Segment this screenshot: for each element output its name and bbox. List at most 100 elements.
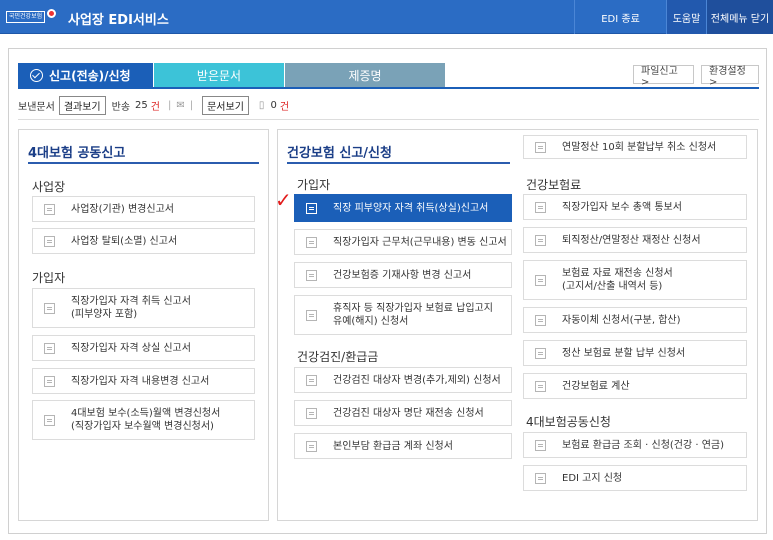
- separator: |: [189, 99, 194, 111]
- document-icon: [44, 375, 55, 387]
- list-item[interactable]: 퇴직정산/연말정산 재정산 신청서: [523, 227, 747, 253]
- edi-end-button[interactable]: EDI 종료: [574, 0, 666, 34]
- document-status-bar: 보낸문서 결과보기 반송 25 건 | ✉ | 문서보기 ▯ 0 건: [18, 95, 759, 115]
- document-icon: [44, 235, 55, 247]
- item-label: 정산 보험료 분할 납부 신청서: [562, 347, 686, 359]
- list-item[interactable]: 4대보험 보수(소득)월액 변경신청서 (직장가입자 보수월액 변경신청서): [32, 400, 255, 440]
- view-document-button[interactable]: 문서보기: [202, 95, 249, 115]
- list-item[interactable]: 건강보험료 계산: [523, 373, 747, 399]
- returned-count: 25: [135, 99, 148, 111]
- item-label: 직장가입자 자격 내용변경 신고서: [71, 375, 210, 387]
- document-icon: [306, 440, 317, 452]
- document-icon: [535, 141, 546, 153]
- view-result-button[interactable]: 결과보기: [58, 95, 106, 115]
- list-item[interactable]: 직장가입자 근무처(근무내용) 변동 신고서: [294, 229, 512, 255]
- file-report-button[interactable]: 파일신고 >: [633, 65, 694, 88]
- item-label: 보험료 환급금 조회 · 신청(건강 · 연금): [562, 439, 725, 451]
- item-label: 본인부담 환급금 계좌 신청서: [333, 440, 453, 452]
- list-item[interactable]: 건강검진 대상자 명단 재전송 신청서: [294, 400, 512, 426]
- item-label: 휴직자 등 직장가입자 보험료 납입고지 유예(해지) 신청서: [333, 303, 493, 327]
- item-label: 건강검진 대상자 명단 재전송 신청서: [333, 407, 484, 419]
- panel-title: 건강보험 신고/신청: [287, 146, 392, 161]
- item-label: 4대보험 보수(소득)월액 변경신청서 (직장가입자 보수월액 변경신청서): [71, 408, 221, 432]
- item-label: 연말정산 10회 분할납부 취소 신청서: [562, 141, 717, 153]
- check-circle-icon: [30, 68, 43, 82]
- list-item[interactable]: 보험료 환급금 조회 · 신청(건강 · 연금): [523, 432, 747, 458]
- tab-send-report[interactable]: 신고(전송)/신청: [18, 63, 153, 87]
- item-label: 사업장(기관) 변경신고서: [71, 203, 174, 215]
- document-icon: ▯: [258, 99, 265, 111]
- logo-text: 국민건강보험: [6, 11, 46, 23]
- document-icon: [535, 201, 546, 213]
- tab-certificate[interactable]: 제증명: [285, 63, 445, 87]
- list-item[interactable]: 휴직자 등 직장가입자 보험료 납입고지 유예(해지) 신청서: [294, 295, 512, 335]
- help-button[interactable]: 도움말: [666, 0, 706, 34]
- tab-received-docs[interactable]: 받은문서: [154, 63, 284, 87]
- list-item[interactable]: 직장가입자 자격 내용변경 신고서: [32, 368, 255, 394]
- document-icon: [306, 374, 317, 386]
- document-icon: [535, 314, 546, 326]
- list-item[interactable]: EDI 고지 신청: [523, 465, 747, 491]
- section-heading: 4대보험공동신청: [526, 415, 611, 429]
- item-label: 사업장 탈퇴(소멸) 신고서: [71, 235, 178, 247]
- document-icon: [535, 234, 546, 246]
- list-item-selected[interactable]: 직장 피부양자 자격 취득(상실)신고서: [294, 194, 512, 222]
- checkmark-annotation-icon: ✓: [275, 188, 292, 212]
- item-label: 건강보험증 기재사항 변경 신고서: [333, 269, 472, 281]
- item-label: 건강검진 대상자 변경(추가,제외) 신청서: [333, 374, 501, 386]
- list-item[interactable]: 건강보험증 기재사항 변경 신고서: [294, 262, 512, 288]
- returned-label: 반송: [111, 101, 131, 113]
- sent-docs-label: 보낸문서: [18, 101, 55, 113]
- list-item[interactable]: 보험료 자료 재전송 신청서 (고지서/산출 내역서 등): [523, 260, 747, 300]
- close-all-menu-button[interactable]: 전체메뉴 닫기: [706, 0, 773, 34]
- joint-report-panel: 4대보험 공동신고 사업장 사업장(기관) 변경신고서 사업장 탈퇴(소멸) 신…: [18, 129, 269, 521]
- item-label: 직장 피부양자 자격 취득(상실)신고서: [333, 202, 489, 214]
- item-label: 퇴직정산/연말정산 재정산 신청서: [562, 234, 701, 246]
- list-item[interactable]: 자동이체 신청서(구분, 합산): [523, 307, 747, 333]
- section-heading: 건강보험료: [526, 178, 582, 192]
- list-item[interactable]: 사업장(기관) 변경신고서: [32, 196, 255, 222]
- returned-unit: 건: [150, 101, 160, 113]
- main-frame: 신고(전송)/신청 받은문서 제증명 파일신고 > 환경설정 > 보낸문서 결과…: [8, 48, 767, 534]
- nhis-logo: 국민건강보험: [6, 8, 57, 25]
- panel-title: 4대보험 공동신고: [28, 146, 126, 161]
- divider: [18, 119, 759, 120]
- list-item[interactable]: 건강검진 대상자 변경(추가,제외) 신청서: [294, 367, 512, 393]
- list-item[interactable]: 직장가입자 자격 취득 신고서 (피부양자 포함): [32, 288, 255, 328]
- document-icon: [535, 439, 546, 451]
- document-icon: [535, 472, 546, 484]
- item-label: 직장가입자 보수 총액 통보서: [562, 201, 682, 213]
- list-item[interactable]: 정산 보험료 분할 납부 신청서: [523, 340, 747, 366]
- section-heading: 건강검진/환급금: [297, 350, 379, 364]
- logo-mark-icon: [47, 8, 57, 18]
- document-icon: [44, 302, 55, 314]
- document-icon: [306, 269, 317, 281]
- section-heading: 사업장: [32, 180, 66, 194]
- list-item[interactable]: 사업장 탈퇴(소멸) 신고서: [32, 228, 255, 254]
- document-icon: [306, 407, 317, 419]
- list-item[interactable]: 직장가입자 보수 총액 통보서: [523, 194, 747, 220]
- list-item[interactable]: 연말정산 10회 분할납부 취소 신청서: [523, 135, 747, 159]
- document-icon: [535, 274, 546, 286]
- item-label: 직장가입자 자격 상실 신고서: [71, 342, 191, 354]
- list-item[interactable]: 직장가입자 자격 상실 신고서: [32, 335, 255, 361]
- item-label: 건강보험료 계산: [562, 380, 630, 392]
- document-icon: [306, 236, 317, 248]
- document-icon: [535, 380, 546, 392]
- app-title: 사업장 EDI서비스: [68, 13, 169, 28]
- list-item[interactable]: 본인부담 환급금 계좌 신청서: [294, 433, 512, 459]
- section-heading: 가입자: [32, 271, 66, 285]
- item-label: 직장가입자 자격 취득 신고서 (피부양자 포함): [71, 296, 191, 320]
- item-label: 보험료 자료 재전송 신청서 (고지서/산출 내역서 등): [562, 268, 673, 292]
- settings-button[interactable]: 환경설정 >: [701, 65, 759, 88]
- envelope-icon: ✉: [176, 99, 185, 111]
- document-icon: [44, 203, 55, 215]
- item-label: 자동이체 신청서(구분, 합산): [562, 314, 681, 326]
- item-label: EDI 고지 신청: [562, 472, 623, 484]
- title-underline: [28, 162, 259, 164]
- section-heading: 가입자: [297, 178, 331, 192]
- document-icon: [306, 202, 317, 214]
- document-icon: [535, 347, 546, 359]
- document-icon: [306, 309, 317, 321]
- document-icon: [44, 342, 55, 354]
